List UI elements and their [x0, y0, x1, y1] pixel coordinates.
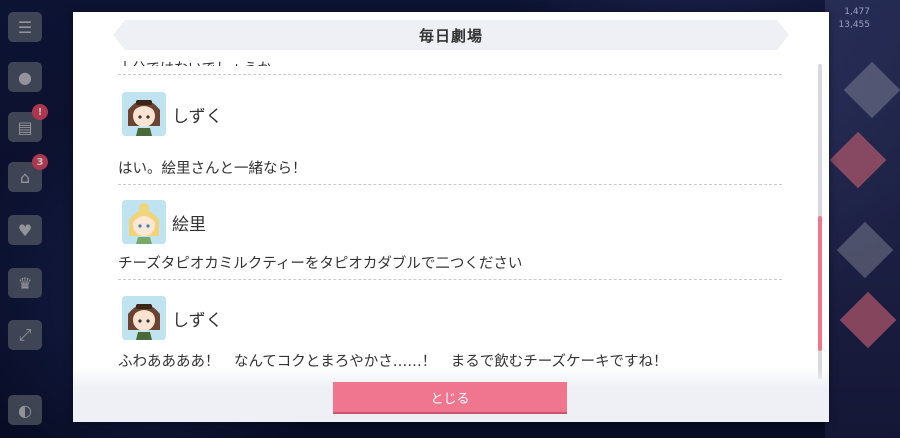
speaker-name: 絵里	[172, 214, 206, 235]
separator	[118, 74, 782, 75]
clipped-line: 十分ではないでしょうか。	[118, 58, 285, 66]
speaker-name: しずく	[172, 106, 223, 127]
scrollbar-thumb[interactable]	[818, 216, 822, 351]
speaker-row: しずく	[122, 296, 223, 340]
shizuku-avatar	[122, 296, 166, 340]
dialogue-line: チーズタピオカミルクティーをタピオカダブルで二つください	[118, 256, 523, 272]
close-button[interactable]: とじる	[333, 382, 567, 412]
dialogue-line: はい。絵里さんと一緒なら！	[118, 161, 307, 177]
separator	[118, 279, 782, 280]
dialog-title: 毎日劇場	[418, 26, 483, 45]
dialog-title-bar: 毎日劇場	[113, 20, 789, 50]
shizuku-avatar	[122, 92, 166, 136]
speaker-row: しずく	[122, 92, 223, 136]
eli-avatar	[122, 200, 166, 244]
scrollbar[interactable]	[818, 64, 822, 379]
separator	[118, 184, 782, 185]
daily-theater-dialog: 毎日劇場 十分ではないでしょうか。 しずく はい。絵里さんと一緒なら！	[73, 12, 829, 422]
dialog-content[interactable]: 十分ではないでしょうか。 しずく はい。絵里さんと一緒なら！	[118, 54, 782, 374]
speaker-row: 絵里	[122, 200, 206, 244]
speaker-name: しずく	[172, 310, 223, 331]
